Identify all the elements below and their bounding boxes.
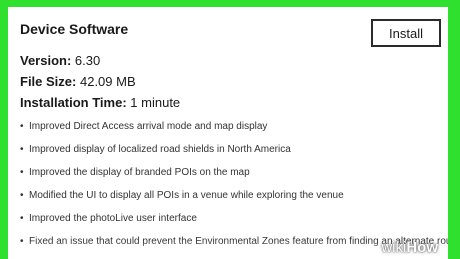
- bullet-icon: •: [20, 167, 24, 178]
- filesize-label: File Size:: [20, 74, 77, 89]
- installtime-label: Installation Time:: [20, 95, 127, 110]
- list-item: • Improved the display of branded POIs on…: [20, 167, 250, 178]
- list-item: • Modified the UI to display all POIs in …: [20, 190, 344, 201]
- version-label: Version:: [20, 53, 72, 68]
- release-notes-list: • Improved Direct Access arrival mode and…: [20, 120, 448, 258]
- panel-title: Device Software: [20, 21, 129, 37]
- list-item: • Improved Direct Access arrival mode and…: [20, 121, 268, 132]
- installtime-row: Installation Time: 1 minute: [20, 95, 180, 110]
- filesize-row: File Size: 42.09 MB: [20, 74, 136, 89]
- installtime-value: 1 minute: [130, 95, 181, 110]
- install-button[interactable]: Install: [371, 19, 441, 47]
- software-update-panel: Device Software Install Version: 6.30 Fi…: [8, 7, 448, 259]
- version-value: 6.30: [74, 53, 101, 68]
- version-row: Version: 6.30: [20, 53, 100, 68]
- list-item: • Improved the photoLive user interface: [20, 213, 197, 224]
- bullet-icon: •: [20, 144, 24, 155]
- bullet-icon: •: [20, 213, 24, 224]
- bullet-icon: •: [20, 121, 24, 132]
- wikihow-watermark: wikiHow: [381, 239, 438, 256]
- filesize-value: 42.09 MB: [79, 74, 136, 89]
- list-item: • Improved display of localized road shie…: [20, 144, 291, 155]
- bullet-icon: •: [20, 190, 24, 201]
